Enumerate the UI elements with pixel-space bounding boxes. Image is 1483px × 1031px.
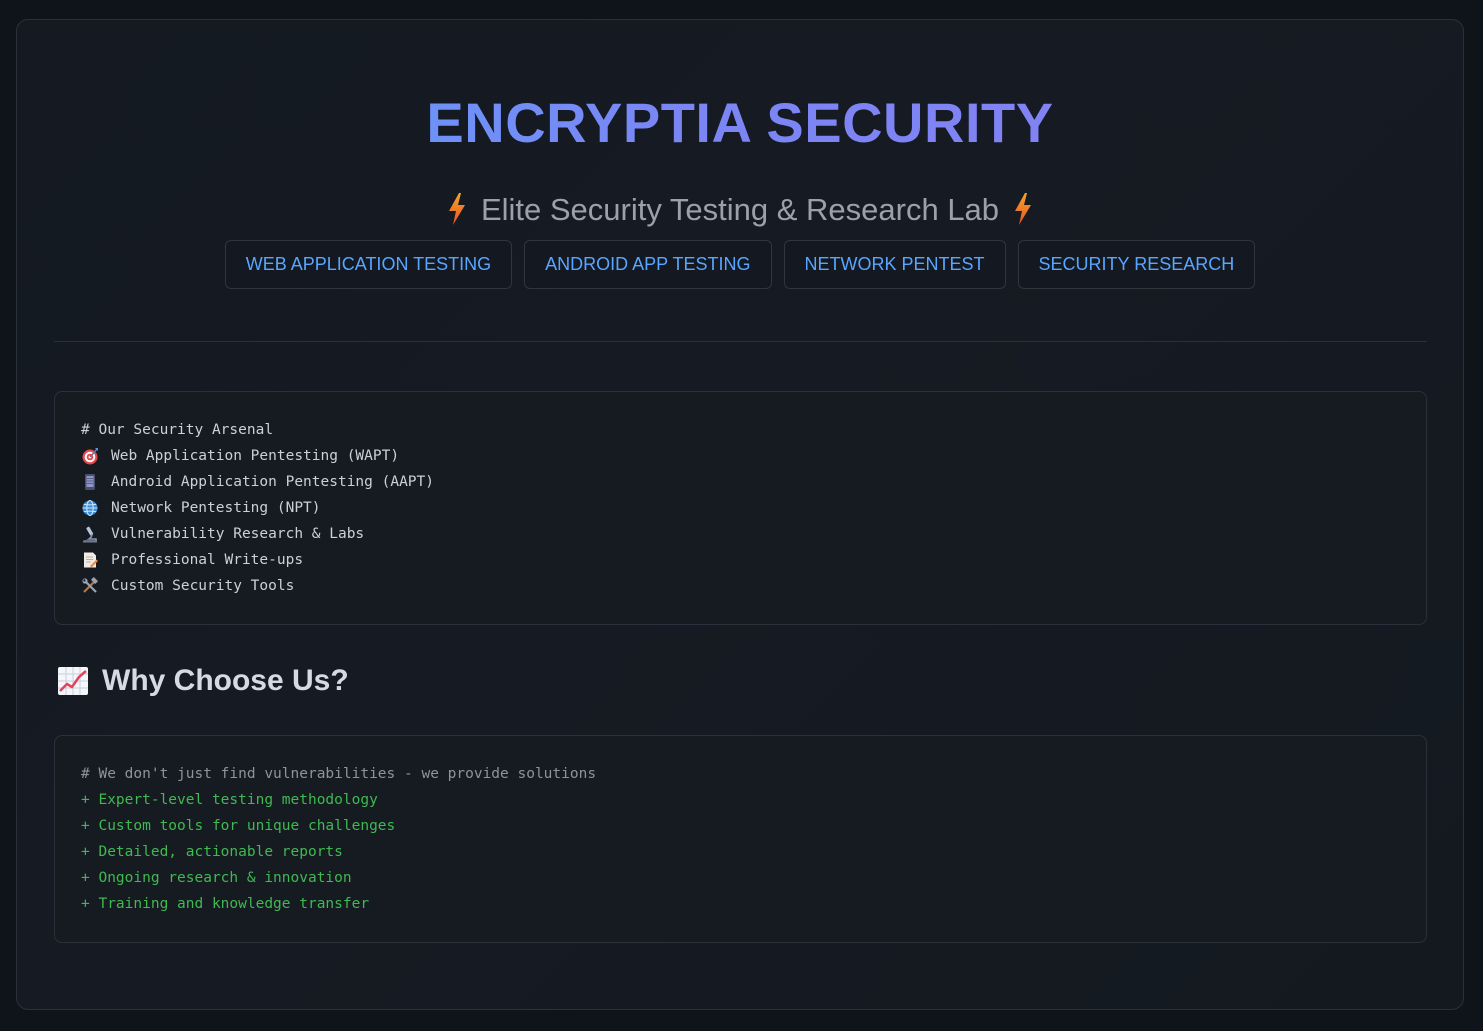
lightning-bolt-icon	[448, 192, 465, 225]
hammer-wrench-icon	[82, 577, 99, 593]
arsenal-heading: # Our Security Arsenal	[81, 422, 274, 438]
list-item: + Ongoing research & innovation	[81, 870, 352, 886]
list-item: Custom Security Tools	[81, 573, 1426, 599]
why-choose-us-heading: Why Choose Us?	[57, 660, 349, 702]
main-card: ENCRYPTIA SECURITY Elite Security Testin…	[16, 19, 1464, 1010]
list-item: + Detailed, actionable reports	[81, 844, 343, 860]
memo-icon	[84, 552, 98, 568]
list-item: Network Pentesting (NPT)	[81, 495, 1426, 521]
lightning-bolt-icon	[1015, 192, 1032, 225]
globe-icon	[82, 500, 98, 516]
badge-network-pentest[interactable]: NETWORK PENTEST	[783, 240, 1006, 289]
list-item: Android Application Pentesting (AAPT)	[81, 469, 1426, 495]
list-item: + Custom tools for unique challenges	[81, 818, 396, 834]
list-item: Web Application Pentesting (WAPT)	[81, 443, 1426, 469]
why-comment: # We don't just find vulnerabilities - w…	[81, 766, 597, 782]
list-item: + Expert-level testing methodology	[81, 792, 378, 808]
why-code-block: # We don't just find vulnerabilities - w…	[54, 735, 1427, 943]
badge-android-app-testing[interactable]: ANDROID APP TESTING	[524, 240, 772, 289]
subtitle-text: Elite Security Testing & Research Lab	[480, 192, 1000, 227]
why-heading-text: Why Choose Us?	[102, 664, 349, 697]
page-subtitle: Elite Security Testing & Research Lab	[17, 190, 1463, 230]
page-title: ENCRYPTIA SECURITY	[17, 90, 1463, 156]
service-badges: WEB APPLICATION TESTING ANDROID APP TEST…	[17, 240, 1463, 289]
microscope-icon	[83, 526, 97, 543]
phone-icon	[85, 474, 95, 490]
list-item: Professional Write-ups	[81, 547, 1426, 573]
list-item: Vulnerability Research & Labs	[81, 521, 1426, 547]
section-divider	[54, 341, 1427, 342]
list-item: + Training and knowledge transfer	[81, 896, 370, 912]
arsenal-code-block: # Our Security Arsenal Web Application P…	[54, 391, 1427, 625]
target-icon	[82, 448, 98, 465]
badge-security-research[interactable]: SECURITY RESEARCH	[1017, 240, 1256, 289]
badge-web-application-testing[interactable]: WEB APPLICATION TESTING	[224, 240, 513, 289]
chart-increasing-icon	[58, 667, 88, 695]
